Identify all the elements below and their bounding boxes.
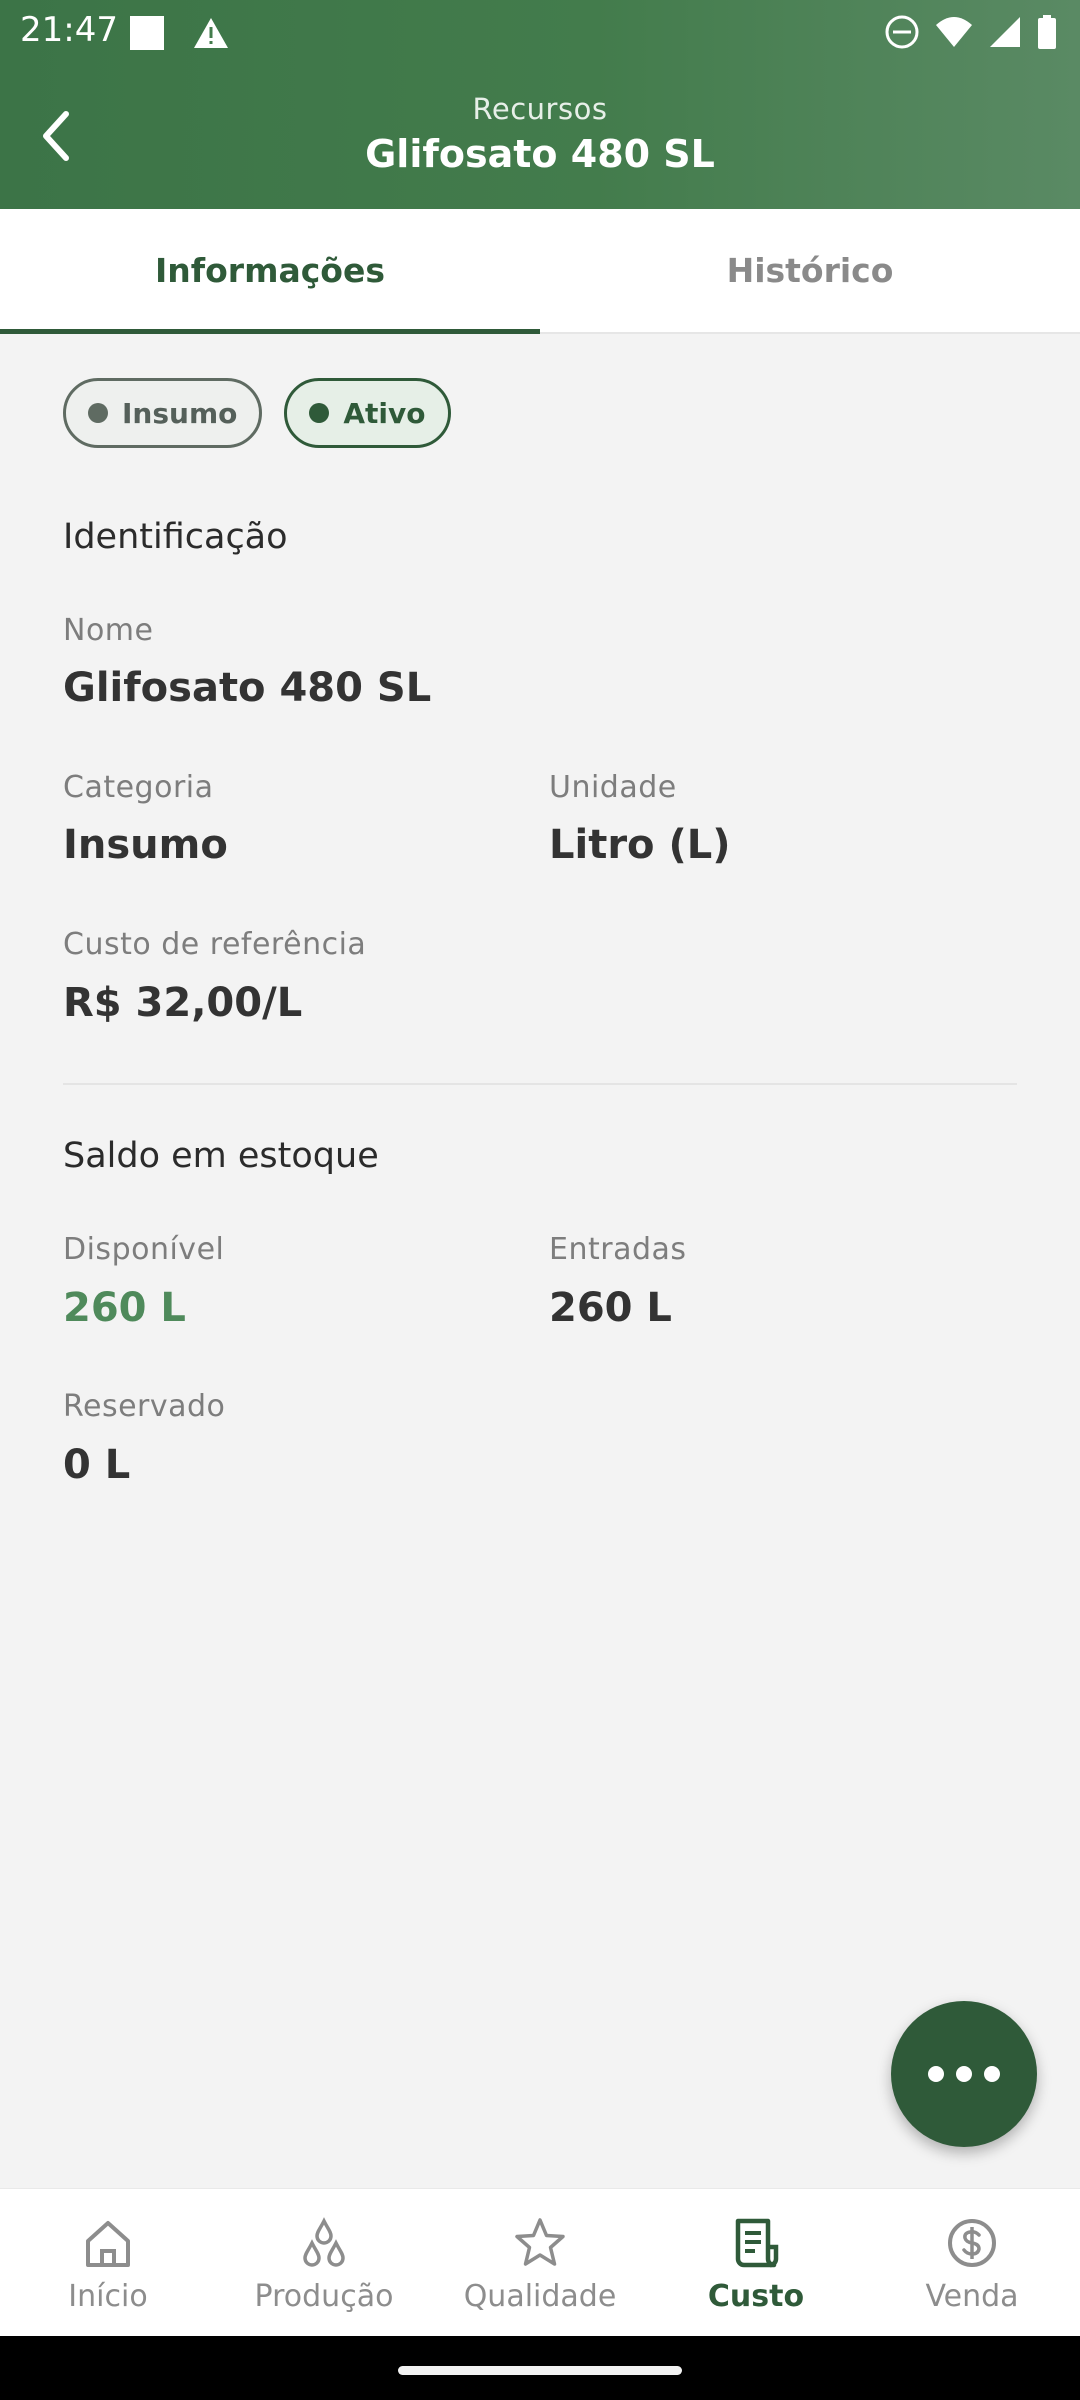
star-icon <box>515 2218 565 2266</box>
dollar-circle-icon <box>948 2219 996 2267</box>
nav-label-qualidade: Qualidade <box>463 2279 617 2314</box>
home-gesture-bar[interactable] <box>398 2366 682 2375</box>
bottom-navigation: Início Produção Qualidade Custo Venda <box>0 2188 1080 2336</box>
status-time: 21:47 <box>20 10 118 50</box>
nav-item-custo[interactable]: Custo <box>648 2189 864 2336</box>
available-value: 260 L <box>63 1285 186 1331</box>
tab-bar: Informações Histórico <box>0 209 1080 334</box>
home-icon <box>86 2221 130 2267</box>
nav-item-qualidade[interactable]: Qualidade <box>432 2189 648 2336</box>
category-value: Insumo <box>63 822 228 868</box>
dot-icon <box>309 403 330 423</box>
ref-cost-value: R$ 32,00/L <box>63 980 303 1026</box>
app-header: 21:47 Recursos Glifosato 480 SL <box>0 0 1080 209</box>
cell-signal-icon <box>990 17 1020 47</box>
tab-informacoes[interactable]: Informações <box>0 209 540 334</box>
nav-item-producao[interactable]: Produção <box>216 2189 432 2336</box>
ref-cost-label: Custo de referência <box>63 927 367 962</box>
nav-label-inicio: Início <box>68 2279 148 2314</box>
section-title-identification: Identificação <box>63 517 288 557</box>
tab-historico[interactable]: Histórico <box>540 209 1080 332</box>
entries-value: 260 L <box>549 1285 672 1331</box>
more-dots-icon <box>956 2066 972 2082</box>
unit-value: Litro (L) <box>549 822 731 868</box>
chip-category-label: Insumo <box>122 396 238 430</box>
section-title-stock: Saldo em estoque <box>63 1136 379 1176</box>
reserved-label: Reservado <box>63 1389 226 1424</box>
do-not-disturb-icon <box>885 15 919 49</box>
entries-label: Entradas <box>549 1232 687 1267</box>
nav-label-venda: Venda <box>925 2279 1019 2314</box>
receipt-icon <box>735 2218 779 2268</box>
battery-icon <box>1038 15 1056 49</box>
wifi-icon <box>936 17 972 47</box>
available-label: Disponível <box>63 1232 225 1267</box>
section-divider <box>63 1083 1017 1085</box>
name-label: Nome <box>63 613 154 648</box>
warning-icon <box>194 18 228 48</box>
chip-category: Insumo <box>63 378 263 448</box>
more-actions-button[interactable] <box>891 2001 1037 2147</box>
drops-icon <box>303 2217 345 2267</box>
chip-status-label: Ativo <box>343 396 426 430</box>
category-label: Categoria <box>63 770 214 805</box>
nav-label-producao: Produção <box>254 2279 394 2314</box>
chip-status: Ativo <box>284 378 451 448</box>
page-title: Glifosato 480 SL <box>365 132 715 176</box>
name-value: Glifosato 480 SL <box>63 665 432 711</box>
nav-item-venda[interactable]: Venda <box>864 2189 1080 2336</box>
notification-square-icon <box>130 16 164 50</box>
more-dots-icon <box>984 2066 1000 2082</box>
nav-label-custo: Custo <box>707 2279 805 2314</box>
dot-icon <box>88 403 108 423</box>
nav-item-inicio[interactable]: Início <box>0 2189 216 2336</box>
header-subtitle: Recursos <box>472 92 608 126</box>
status-bar: 21:47 <box>0 0 1080 64</box>
more-dots-icon <box>928 2066 944 2082</box>
unit-label: Unidade <box>549 770 677 805</box>
reserved-value: 0 L <box>63 1442 131 1488</box>
status-chips: Insumo Ativo <box>63 378 451 448</box>
